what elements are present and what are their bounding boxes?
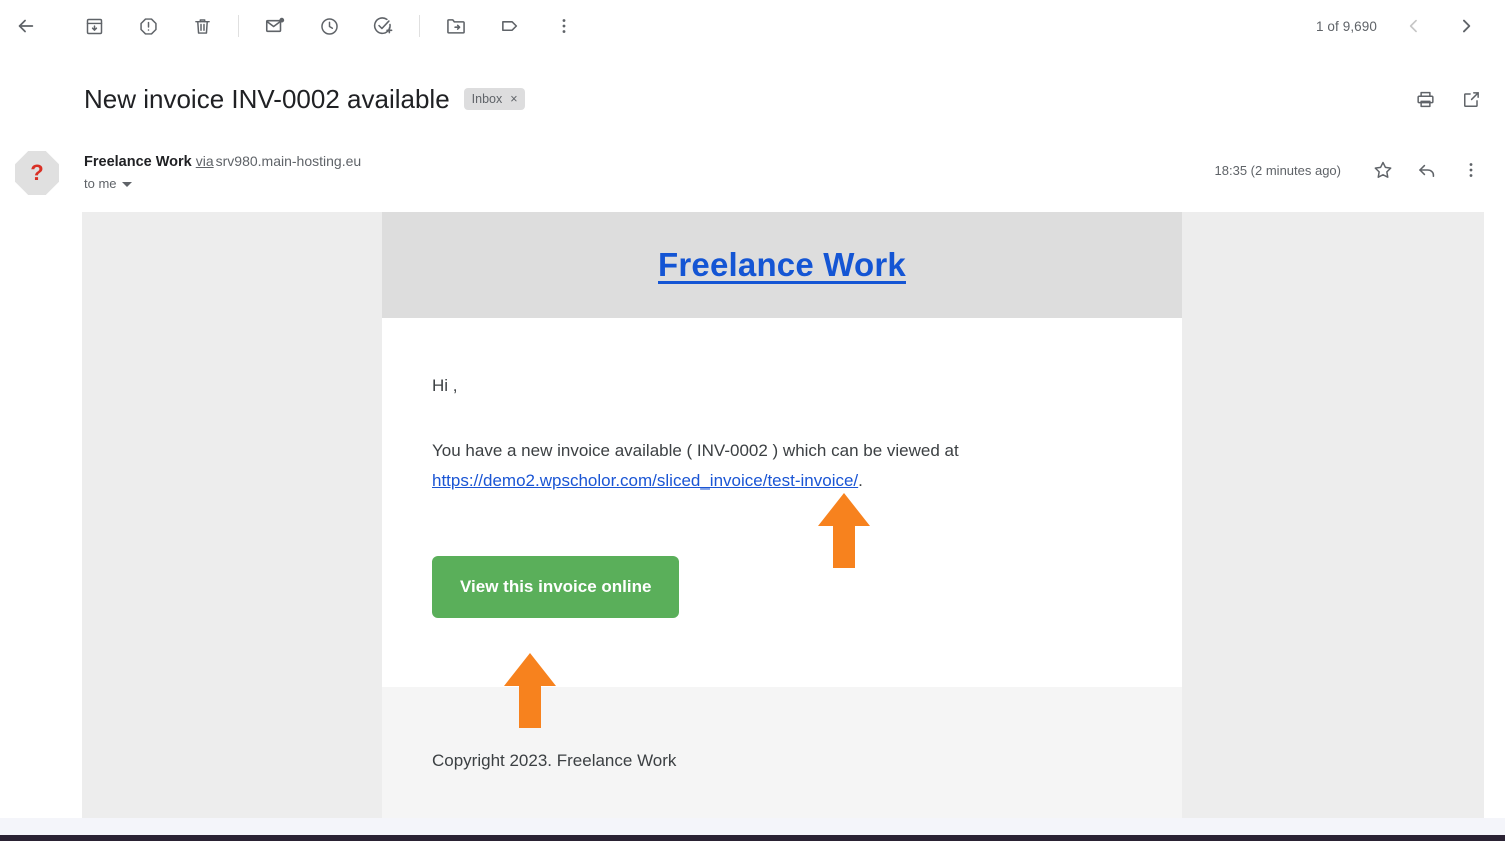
subject-row: New invoice INV-0002 available Inbox × <box>0 72 1505 126</box>
more-vert-icon <box>1461 160 1481 180</box>
inbox-label-chip[interactable]: Inbox × <box>463 88 525 110</box>
email-body-container: Freelance Work Hi , You have a new invoi… <box>82 212 1484 818</box>
copyright-text: Copyright 2023. Freelance Work <box>432 751 677 770</box>
open-in-new-window-button[interactable] <box>1451 79 1491 119</box>
move-to-folder-icon <box>445 15 467 37</box>
reply-icon <box>1416 159 1438 181</box>
sender-name[interactable]: Freelance Work <box>84 154 192 170</box>
toolbar-divider-1 <box>238 15 239 37</box>
body-text-before-link: You have a new invoice available ( INV-0… <box>432 441 959 460</box>
sender-row: ? Freelance Work via srv980.main-hosting.e… <box>0 140 1505 204</box>
add-task-icon <box>372 15 394 37</box>
labels-button[interactable] <box>490 6 530 46</box>
greeting-text: Hi , <box>432 376 458 395</box>
invoice-url-link[interactable]: https://demo2.wpscholor.com/sliced_invoi… <box>432 471 858 490</box>
brand-link[interactable]: Freelance Work <box>658 246 906 284</box>
chevron-left-icon <box>1404 16 1424 36</box>
inbox-label-chip-text: Inbox <box>471 92 503 106</box>
add-to-tasks-button[interactable] <box>363 6 403 46</box>
sender-details: Freelance Work via srv980.main-hosting.eu … <box>84 150 361 191</box>
recipient-label: to me <box>84 176 117 191</box>
page-title: New invoice INV-0002 available <box>84 84 450 114</box>
message-more-button[interactable] <box>1451 150 1491 190</box>
recipient-expander[interactable]: to me <box>84 176 132 191</box>
archive-icon <box>84 16 105 37</box>
more-options-button[interactable] <box>544 6 584 46</box>
chevron-right-icon <box>1456 16 1476 36</box>
snooze-button[interactable] <box>309 6 349 46</box>
body-paragraph: You have a new invoice available ( INV-0… <box>432 436 1072 496</box>
message-timestamp: 18:35 (2 minutes ago) <box>1214 162 1341 178</box>
email-content: Hi , You have a new invoice available ( … <box>382 318 1182 687</box>
more-vert-icon <box>554 16 574 36</box>
subject-actions <box>1405 72 1491 126</box>
next-message-button[interactable] <box>1447 7 1485 45</box>
print-icon <box>1415 89 1436 110</box>
clock-icon <box>319 16 340 37</box>
sender-host: srv980.main-hosting.eu <box>215 153 362 169</box>
message-toolbar: 1 of 9,690 <box>0 0 1505 52</box>
view-invoice-online-button[interactable]: View this invoice online <box>432 556 680 618</box>
remove-label-icon[interactable]: × <box>510 92 517 106</box>
gmail-message-view: 1 of 9,690 New invoice INV-0002 availabl… <box>0 0 1505 841</box>
email-footer: Copyright 2023. Freelance Work <box>382 687 1182 818</box>
move-to-button[interactable] <box>436 6 476 46</box>
mark-unread-icon <box>264 15 286 37</box>
report-spam-icon <box>138 16 159 37</box>
trash-icon <box>192 16 213 37</box>
body-text-after-link: . <box>858 471 863 490</box>
delete-button[interactable] <box>182 6 222 46</box>
message-counter: 1 of 9,690 <box>1315 18 1377 34</box>
mark-unread-button[interactable] <box>255 6 295 46</box>
archive-button[interactable] <box>74 6 114 46</box>
email-template: Freelance Work Hi , You have a new invoi… <box>382 212 1182 818</box>
avatar-glyph: ? <box>30 159 44 185</box>
open-in-new-icon <box>1461 89 1482 110</box>
email-header-band: Freelance Work <box>382 212 1182 318</box>
toolbar-divider-2 <box>419 15 420 37</box>
star-button[interactable] <box>1363 150 1403 190</box>
chevron-down-icon <box>121 182 132 187</box>
back-button[interactable] <box>6 6 46 46</box>
message-actions: 18:35 (2 minutes ago) <box>1215 150 1491 190</box>
arrow-back-icon <box>15 15 37 37</box>
window-bottom-bar <box>0 835 1505 841</box>
previous-message-button[interactable] <box>1395 7 1433 45</box>
print-button[interactable] <box>1405 79 1445 119</box>
report-spam-button[interactable] <box>128 6 168 46</box>
reply-button[interactable] <box>1407 150 1447 190</box>
bottom-strip <box>0 818 1505 835</box>
via-label[interactable]: via <box>196 153 214 169</box>
unknown-sender-icon: ? <box>15 151 59 195</box>
star-icon <box>1372 159 1394 181</box>
sender-line: Freelance Work via srv980.main-hosting.eu <box>84 150 361 173</box>
label-tag-icon <box>499 15 521 37</box>
avatar: ? <box>14 150 60 196</box>
